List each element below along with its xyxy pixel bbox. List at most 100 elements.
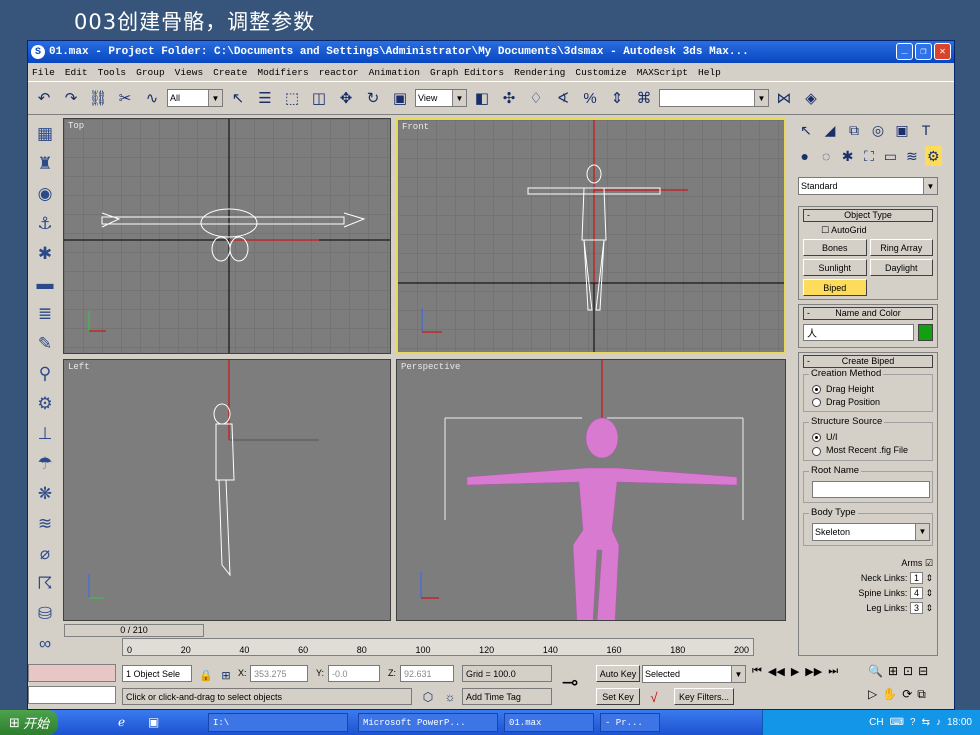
align-icon[interactable]: ◈ [799, 86, 823, 110]
spine-links-spinner[interactable]: Spine Links: 4 ⇕ [803, 586, 933, 599]
figure-icon[interactable]: ✱ [32, 242, 58, 266]
bind-spacewarp-icon[interactable]: ∿ [140, 86, 164, 110]
key-mode-dropdown[interactable]: Selected ▼ [642, 665, 746, 683]
ie-icon[interactable]: ℯ [118, 715, 125, 729]
body-type-dropdown[interactable]: Skeleton ▼ [812, 522, 930, 541]
named-selection-icon[interactable]: ⌘ [632, 86, 656, 110]
daylight-button[interactable]: Daylight [869, 259, 933, 276]
display-tab-icon[interactable]: ▣ [892, 120, 912, 140]
key-filters-button[interactable]: Key Filters... [674, 688, 734, 705]
menu-modifiers[interactable]: Modifiers [257, 67, 308, 78]
create-tab-icon[interactable]: ↖ [796, 120, 816, 140]
cube-icon[interactable]: ⬡ [416, 685, 440, 709]
shirt-icon[interactable]: ♜ [32, 152, 58, 176]
rect-selection-icon[interactable]: ⬚ [280, 86, 304, 110]
percent-snap-icon[interactable]: % [578, 86, 602, 110]
pan-icon[interactable]: ✋ [882, 687, 897, 702]
help-icon[interactable]: ? [910, 717, 916, 728]
move-icon[interactable]: ✥ [334, 86, 358, 110]
close-button[interactable]: ✕ [934, 43, 951, 60]
menu-help[interactable]: Help [698, 67, 721, 78]
zoom-all-icon[interactable]: ⊞ [888, 664, 898, 678]
named-selection-dropdown[interactable]: ▼ [659, 89, 769, 107]
track-bar[interactable]: 0 20 40 60 80 100 120 140 160 180 200 [122, 638, 754, 656]
settings-icon[interactable]: ⚙ [32, 392, 58, 416]
minimize-button[interactable]: _ [896, 43, 913, 60]
category-dropdown[interactable]: Standard ▼ [798, 177, 938, 195]
particle-icon[interactable]: ❋ [32, 482, 58, 506]
input-method-icon[interactable]: ⌨ [890, 717, 904, 728]
network-icon[interactable]: ⇆ [922, 717, 930, 728]
fov-icon[interactable]: ▷ [868, 687, 877, 702]
menu-tools[interactable]: Tools [98, 67, 127, 78]
layers-icon[interactable]: ≣ [32, 302, 58, 326]
undo-icon[interactable]: ↶ [32, 86, 56, 110]
hierarchy-tab-icon[interactable]: ⧉ [844, 120, 864, 140]
auto-key-button[interactable]: Auto Key [596, 665, 640, 682]
scale-icon[interactable]: ▣ [388, 86, 412, 110]
box-icon[interactable]: ▬ [32, 272, 58, 296]
menu-animation[interactable]: Animation [369, 67, 420, 78]
zoom-extents-icon[interactable]: ⊡ [903, 664, 913, 678]
utilities-tab-icon[interactable]: T [916, 120, 936, 140]
redo-icon[interactable]: ↷ [59, 86, 83, 110]
motion-tab-icon[interactable]: ◎ [868, 120, 888, 140]
connector-icon[interactable]: ⊥ [32, 422, 58, 446]
menu-create[interactable]: Create [213, 67, 247, 78]
root-name-input[interactable] [812, 480, 930, 498]
play-icon[interactable]: ▶ [791, 665, 799, 678]
menu-group[interactable]: Group [136, 67, 165, 78]
next-frame-icon[interactable]: ▶▶ [805, 665, 822, 678]
taskbar-item-explorer[interactable]: I:\ [208, 713, 348, 732]
arc-rotate-icon[interactable]: ⟳ [902, 687, 912, 702]
fan-icon[interactable]: ☂ [32, 452, 58, 476]
go-to-end-icon[interactable]: ⏭ [828, 665, 838, 678]
name-color-header[interactable]: - Name and Color [803, 307, 933, 320]
select-by-name-icon[interactable]: ☰ [253, 86, 277, 110]
wave-icon[interactable]: ≋ [32, 512, 58, 536]
ui-radio[interactable]: U/I [812, 432, 928, 443]
drag-position-radio[interactable]: Drag Position [812, 397, 928, 408]
bone-icon[interactable]: ☈ [32, 572, 58, 596]
wand-icon[interactable]: ⚲ [32, 362, 58, 386]
menu-graph-editors[interactable]: Graph Editors [430, 67, 504, 78]
pen-icon[interactable]: ✎ [32, 332, 58, 356]
y-coord-field[interactable]: -0.0 [328, 665, 380, 682]
cameras-icon[interactable]: ⛶ [860, 146, 877, 166]
menu-file[interactable]: File [32, 67, 55, 78]
helpers-icon[interactable]: ▭ [882, 146, 899, 166]
neck-links-spinner[interactable]: Neck Links: 1 ⇕ [803, 571, 933, 584]
autogrid-checkbox[interactable]: ☐ AutoGrid [821, 225, 933, 236]
object-type-header[interactable]: - Object Type [803, 209, 933, 222]
select-object-icon[interactable]: ↖ [226, 86, 250, 110]
loop-icon[interactable]: ⌀ [32, 542, 58, 566]
maxscript-input[interactable] [28, 686, 116, 704]
sunlight-button[interactable]: Sunlight [803, 259, 867, 276]
leg-links-spinner[interactable]: Leg Links: 3 ⇕ [803, 601, 933, 614]
unlink-icon[interactable]: ✂ [113, 86, 137, 110]
set-key-button[interactable]: Set Key [596, 688, 640, 705]
select-manipulate-icon[interactable]: ✣ [497, 86, 521, 110]
select-link-icon[interactable]: ⛓ [86, 86, 110, 110]
taskbar-item-powerpoint[interactable]: Microsoft PowerP... [358, 713, 498, 732]
rotate-icon[interactable]: ↻ [361, 86, 385, 110]
drag-height-radio[interactable]: Drag Height [812, 384, 928, 395]
color-swatch[interactable] [918, 324, 933, 341]
language-indicator[interactable]: CH [869, 717, 883, 728]
taskbar-item-3dsmax[interactable]: 01.max [504, 713, 594, 732]
geometry-icon[interactable]: ● [796, 146, 813, 166]
bones-button[interactable]: Bones [803, 239, 867, 256]
restore-button[interactable]: ❐ [915, 43, 932, 60]
pivot-icon[interactable]: ◧ [470, 86, 494, 110]
arms-checkbox[interactable]: Arms ☑ [803, 558, 933, 569]
menu-edit[interactable]: Edit [65, 67, 88, 78]
go-to-start-icon[interactable]: ⏮ [752, 665, 762, 678]
volume-icon[interactable]: ♪ [936, 717, 941, 728]
zoom-icon[interactable]: 🔍 [868, 664, 883, 678]
name-input[interactable]: 人 [803, 324, 915, 341]
start-button[interactable]: ⊞ 开始 [0, 710, 58, 735]
create-object-icon[interactable]: ▦ [32, 122, 58, 146]
ref-coord-dropdown[interactable]: View ▼ [415, 89, 467, 107]
window-crossing-icon[interactable]: ◫ [307, 86, 331, 110]
maximize-viewport-icon[interactable]: ⧉ [917, 687, 926, 702]
